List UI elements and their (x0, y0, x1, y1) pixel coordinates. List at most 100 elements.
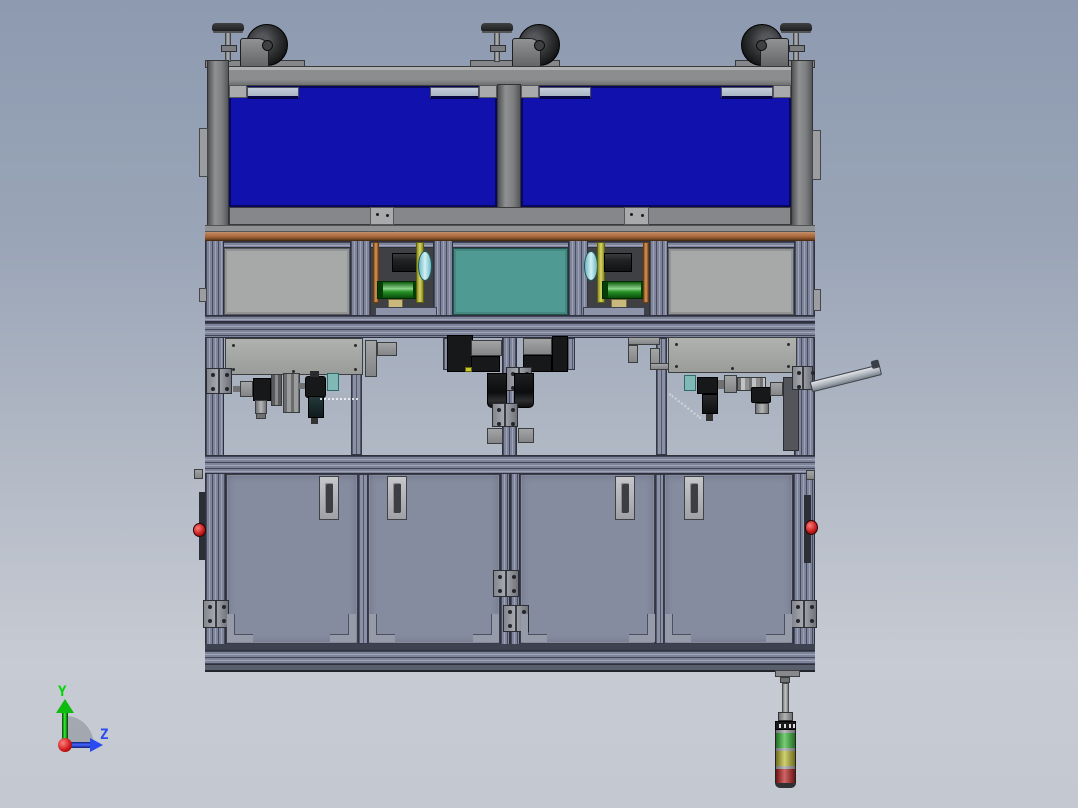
valve-knob[interactable] (240, 381, 253, 397)
guide-rail (283, 373, 300, 413)
center-mech-body[interactable] (552, 336, 568, 372)
sensor-dot (465, 367, 472, 372)
mounting-plate-right[interactable] (668, 337, 797, 373)
mounting-plate-left[interactable] (225, 338, 363, 375)
tower-light-green[interactable] (775, 733, 796, 748)
axis-origin-sphere (58, 738, 72, 752)
green-roller[interactable] (602, 281, 648, 299)
stepper-motor[interactable] (604, 253, 632, 272)
safety-panel-left[interactable] (229, 86, 497, 207)
beam-junction-block (624, 207, 649, 225)
axis-y-label: Y (58, 684, 67, 700)
emergency-stop-right[interactable] (805, 520, 818, 535)
tabletop-edge[interactable] (205, 232, 815, 241)
upper-top-beam (207, 66, 813, 86)
side-knob[interactable] (194, 469, 203, 479)
junction-box[interactable] (770, 382, 783, 396)
mid-rail (205, 322, 815, 338)
angle-bracket-wing (628, 337, 660, 345)
angle-bracket (628, 345, 638, 363)
center-mech-plate (471, 340, 502, 356)
tower-light-yellow[interactable] (775, 751, 796, 766)
hinge[interactable] (493, 570, 519, 597)
leveling-foot[interactable] (481, 23, 513, 62)
nozzle (311, 418, 318, 424)
mid-column (649, 241, 668, 322)
panel-top-rail (539, 87, 591, 99)
door-handle-2[interactable] (387, 476, 407, 520)
beam-junction-block (370, 207, 394, 225)
teal-window-panel[interactable] (453, 248, 568, 315)
upper-left-column (207, 60, 229, 232)
panel-clip (479, 85, 497, 98)
cap-marks (779, 724, 781, 728)
leveling-foot[interactable] (780, 23, 812, 62)
guide-rail (271, 374, 282, 406)
angle-bracket (365, 340, 377, 377)
discharge-arm[interactable] (809, 359, 883, 393)
foot-block (487, 428, 503, 444)
pressure-regulator[interactable] (305, 376, 326, 398)
junction-box[interactable] (724, 375, 737, 393)
upper-side-tab (812, 130, 821, 180)
upper-right-column (791, 60, 813, 232)
construction-line (320, 398, 358, 400)
air-cylinder[interactable] (755, 403, 769, 414)
tower-collar (778, 712, 793, 721)
mid-column (350, 241, 371, 322)
center-mech-body[interactable] (471, 356, 500, 372)
screw-dot (376, 213, 379, 216)
caster-wheel[interactable] (240, 24, 288, 70)
panel-top-rail (430, 87, 479, 99)
elbow-fitting[interactable] (751, 387, 771, 403)
side-knob[interactable] (806, 470, 815, 480)
upper-ledge (205, 225, 815, 232)
left-column (205, 338, 224, 455)
door-handle-1[interactable] (319, 476, 339, 520)
foot-block (518, 428, 534, 443)
solenoid-valve[interactable] (253, 378, 271, 401)
mid-column (794, 241, 815, 322)
air-cylinder[interactable] (255, 400, 267, 414)
door-handle-3[interactable] (615, 476, 635, 520)
mid-band-top-rail (205, 241, 815, 248)
hinge[interactable] (492, 403, 518, 427)
hinge[interactable] (206, 368, 232, 394)
emergency-stop-left[interactable] (193, 523, 206, 537)
hinge[interactable] (791, 600, 817, 628)
mid-column (205, 241, 224, 322)
caster-wheel[interactable] (741, 24, 783, 66)
tower-base (775, 783, 796, 788)
gripper-unit[interactable] (702, 394, 718, 414)
cad-viewport[interactable]: Y Z (0, 0, 1078, 808)
side-panel-left[interactable] (224, 248, 350, 315)
coupler-disc[interactable] (584, 251, 598, 281)
sensor-box[interactable] (684, 375, 696, 391)
side-panel-right[interactable] (668, 248, 794, 315)
motor-unit[interactable] (697, 377, 718, 394)
corner-gusset (330, 614, 356, 642)
angle-bracket-wing (377, 342, 397, 356)
caster-wheel[interactable] (512, 24, 560, 70)
cylinder-cap (256, 413, 266, 419)
sensor-box[interactable] (327, 373, 339, 391)
center-mech-plate (523, 338, 552, 355)
hinge[interactable] (203, 600, 229, 628)
green-roller[interactable] (377, 281, 420, 299)
door-handle-4[interactable] (684, 476, 704, 520)
mid-side-tab (199, 288, 207, 302)
machine-assembly (0, 0, 1078, 808)
corner-gusset (369, 614, 395, 642)
panel-top-rail (247, 87, 299, 99)
corner-gusset (629, 614, 655, 642)
axis-z-label: Z (100, 727, 109, 743)
coupler-disc[interactable] (418, 251, 432, 281)
upper-side-tab (199, 128, 208, 177)
leveling-foot[interactable] (212, 23, 244, 62)
nozzle (706, 414, 713, 421)
panel-clip (521, 85, 539, 98)
tower-light-red[interactable] (775, 769, 796, 783)
safety-panel-right[interactable] (521, 86, 791, 207)
bracket-orange[interactable] (643, 242, 649, 303)
mid-side-tab (813, 289, 821, 311)
